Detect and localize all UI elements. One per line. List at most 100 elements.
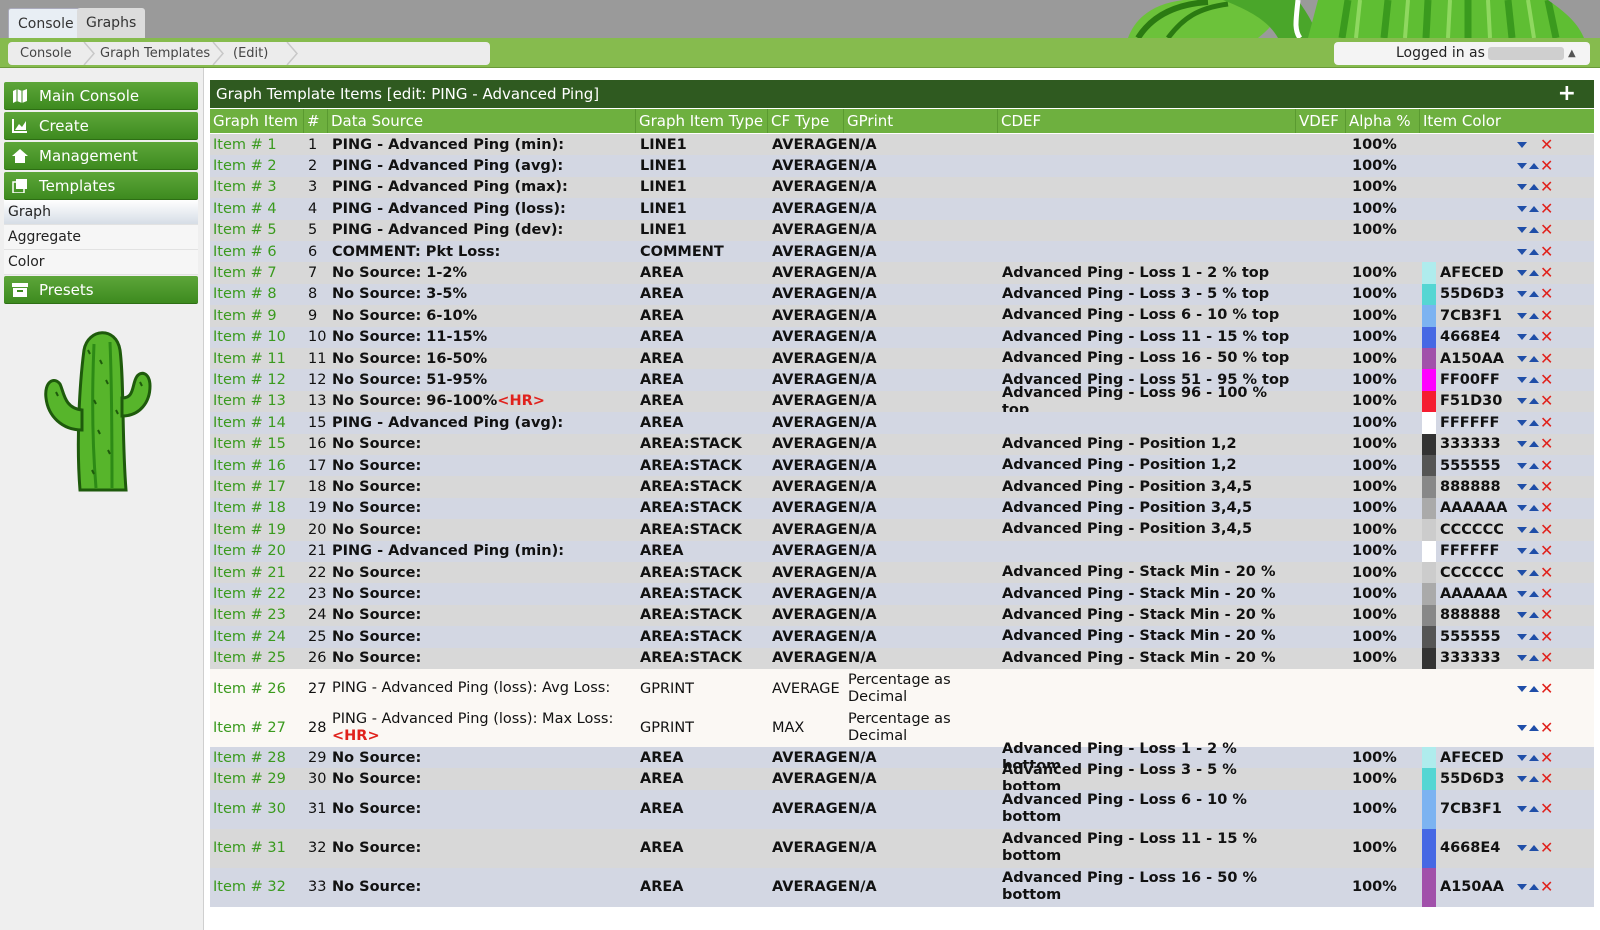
column-header-alpha[interactable]: Alpha % (1346, 109, 1420, 133)
delete-icon[interactable]: ✕ (1540, 771, 1553, 787)
move-up-icon[interactable] (1528, 355, 1540, 363)
graph-item-link[interactable]: Item # 9 (213, 305, 303, 326)
move-down-icon[interactable] (1516, 205, 1528, 213)
move-down-icon[interactable] (1516, 462, 1528, 470)
move-down-icon[interactable] (1516, 654, 1528, 662)
delete-icon[interactable]: ✕ (1540, 286, 1553, 302)
move-up-icon[interactable] (1528, 775, 1540, 783)
move-down-icon[interactable] (1516, 805, 1528, 813)
column-header-vdef[interactable]: VDEF (1296, 109, 1346, 133)
tab-console[interactable]: Console (8, 8, 84, 38)
move-up-icon[interactable] (1528, 226, 1540, 234)
delete-icon[interactable]: ✕ (1540, 136, 1553, 152)
delete-icon[interactable]: ✕ (1540, 243, 1553, 259)
move-up-icon[interactable] (1528, 685, 1540, 693)
column-header-item-color[interactable]: Item Color (1420, 109, 1594, 133)
breadcrumb-console[interactable]: Console (20, 42, 72, 65)
delete-icon[interactable]: ✕ (1540, 414, 1553, 430)
move-down-icon[interactable] (1516, 397, 1528, 405)
move-down-icon[interactable] (1516, 724, 1528, 732)
delete-icon[interactable]: ✕ (1540, 680, 1553, 696)
delete-icon[interactable]: ✕ (1540, 200, 1553, 216)
move-up-icon[interactable] (1528, 269, 1540, 277)
move-up-icon[interactable] (1528, 504, 1540, 512)
graph-item-link[interactable]: Item # 31 (213, 829, 303, 868)
move-up-icon[interactable] (1528, 844, 1540, 852)
delete-icon[interactable]: ✕ (1540, 607, 1553, 623)
move-down-icon[interactable] (1516, 775, 1528, 783)
sidebar-subitem-aggregate[interactable]: Aggregate (4, 225, 198, 250)
graph-item-link[interactable]: Item # 25 (213, 648, 303, 669)
move-up-icon[interactable] (1528, 611, 1540, 619)
sidebar-item-create[interactable]: Create (4, 112, 198, 140)
move-down-icon[interactable] (1516, 162, 1528, 170)
column-header-data-source[interactable]: Data Source (328, 109, 636, 133)
sidebar-item-templates[interactable]: Templates (4, 172, 198, 200)
graph-item-link[interactable]: Item # 4 (213, 198, 303, 219)
move-down-icon[interactable] (1516, 754, 1528, 762)
graph-item-link[interactable]: Item # 13 (213, 391, 303, 412)
move-up-icon[interactable] (1528, 805, 1540, 813)
graph-item-link[interactable]: Item # 14 (213, 412, 303, 433)
delete-icon[interactable]: ✕ (1540, 749, 1553, 765)
graph-item-link[interactable]: Item # 27 (213, 708, 303, 747)
column-header-gprint[interactable]: GPrint (844, 109, 998, 133)
move-down-icon[interactable] (1516, 419, 1528, 427)
column-header-cf-type[interactable]: CF Type (768, 109, 844, 133)
delete-icon[interactable]: ✕ (1540, 586, 1553, 602)
graph-item-link[interactable]: Item # 11 (213, 348, 303, 369)
move-down-icon[interactable] (1516, 590, 1528, 598)
graph-item-link[interactable]: Item # 30 (213, 790, 303, 829)
delete-icon[interactable]: ✕ (1540, 628, 1553, 644)
move-down-icon[interactable] (1516, 611, 1528, 619)
sidebar-item-main-console[interactable]: Main Console (4, 82, 198, 110)
graph-item-link[interactable]: Item # 16 (213, 455, 303, 476)
move-up-icon[interactable] (1528, 205, 1540, 213)
graph-item-link[interactable]: Item # 28 (213, 747, 303, 768)
delete-icon[interactable]: ✕ (1540, 329, 1553, 345)
move-up-icon[interactable] (1528, 440, 1540, 448)
graph-item-link[interactable]: Item # 2 (213, 155, 303, 176)
sidebar-item-presets[interactable]: Presets (4, 276, 198, 304)
move-up-icon[interactable] (1528, 162, 1540, 170)
graph-item-link[interactable]: Item # 3 (213, 177, 303, 198)
column-header-cdef[interactable]: CDEF (998, 109, 1296, 133)
graph-item-link[interactable]: Item # 18 (213, 498, 303, 519)
tab-graphs[interactable]: Graphs (77, 8, 146, 38)
move-up-icon[interactable] (1528, 754, 1540, 762)
delete-icon[interactable]: ✕ (1540, 372, 1553, 388)
graph-item-link[interactable]: Item # 7 (213, 262, 303, 283)
move-down-icon[interactable] (1516, 440, 1528, 448)
graph-item-link[interactable]: Item # 5 (213, 220, 303, 241)
move-down-icon[interactable] (1516, 526, 1528, 534)
move-down-icon[interactable] (1516, 333, 1528, 341)
delete-icon[interactable]: ✕ (1540, 307, 1553, 323)
graph-item-link[interactable]: Item # 6 (213, 241, 303, 262)
delete-icon[interactable]: ✕ (1540, 543, 1553, 559)
graph-item-link[interactable]: Item # 29 (213, 768, 303, 789)
move-up-icon[interactable] (1528, 290, 1540, 298)
graph-item-link[interactable]: Item # 19 (213, 519, 303, 540)
delete-icon[interactable]: ✕ (1540, 436, 1553, 452)
move-up-icon[interactable] (1528, 462, 1540, 470)
move-up-icon[interactable] (1528, 569, 1540, 577)
add-item-button[interactable]: + (1558, 81, 1576, 107)
graph-item-link[interactable]: Item # 23 (213, 605, 303, 626)
move-down-icon[interactable] (1516, 569, 1528, 577)
move-up-icon[interactable] (1528, 397, 1540, 405)
delete-icon[interactable]: ✕ (1540, 521, 1553, 537)
delete-icon[interactable]: ✕ (1540, 457, 1553, 473)
graph-item-link[interactable]: Item # 22 (213, 583, 303, 604)
delete-icon[interactable]: ✕ (1540, 350, 1553, 366)
delete-icon[interactable]: ✕ (1540, 179, 1553, 195)
move-up-icon[interactable] (1528, 526, 1540, 534)
delete-icon[interactable]: ✕ (1540, 719, 1553, 735)
delete-icon[interactable]: ✕ (1540, 500, 1553, 516)
move-up-icon[interactable] (1528, 724, 1540, 732)
column-header-sequence[interactable]: # (304, 109, 328, 133)
delete-icon[interactable]: ✕ (1540, 650, 1553, 666)
graph-item-link[interactable]: Item # 10 (213, 327, 303, 348)
column-header-graph-item-type[interactable]: Graph Item Type (636, 109, 768, 133)
move-up-icon[interactable] (1528, 419, 1540, 427)
move-down-icon[interactable] (1516, 269, 1528, 277)
